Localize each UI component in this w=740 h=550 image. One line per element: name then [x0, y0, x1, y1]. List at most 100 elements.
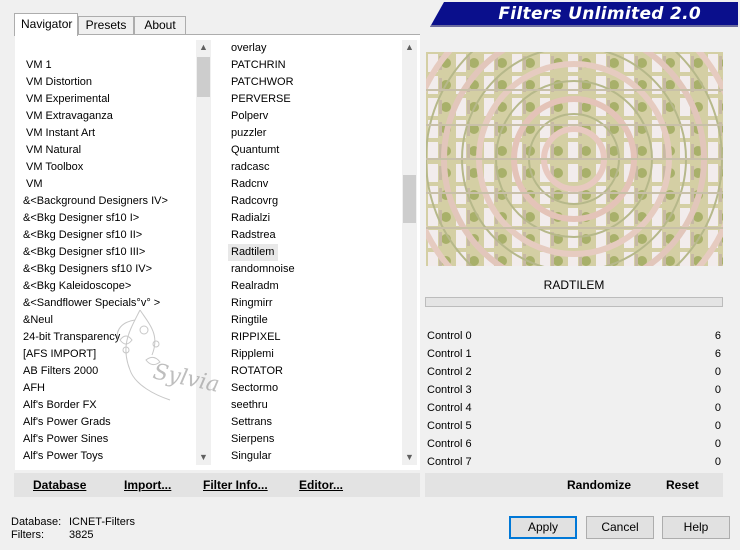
filter-item[interactable]: Realradm	[228, 278, 279, 295]
control-row[interactable]: Control 3 0	[425, 381, 723, 399]
filter-item[interactable]: RIPPIXEL	[228, 329, 281, 346]
category-item[interactable]: &<Bkg Designers sf10 IV>	[23, 261, 152, 278]
control-name: Control 3	[427, 384, 472, 396]
control-value[interactable]: 0	[715, 453, 721, 471]
control-row[interactable]: Control 1 6	[425, 345, 723, 363]
tab-navigator[interactable]: Navigator	[14, 13, 78, 36]
control-name: Control 2	[427, 366, 472, 378]
category-item[interactable]: VM Instant Art	[26, 125, 95, 142]
category-item[interactable]: &Neul	[23, 312, 53, 329]
scroll-up-icon[interactable]: ▲	[402, 40, 417, 55]
tab-presets[interactable]: Presets	[78, 16, 134, 35]
category-item[interactable]: &<Bkg Kaleidoscope>	[23, 278, 131, 295]
filter-item[interactable]: Sierpens	[228, 431, 276, 448]
filter-item[interactable]: Settrans	[228, 414, 276, 431]
category-item[interactable]: VM	[26, 176, 43, 193]
control-value[interactable]: 0	[715, 435, 721, 453]
category-item[interactable]: AFH	[23, 380, 45, 397]
filter-scrollbar[interactable]: ▲ ▼	[402, 40, 417, 465]
scroll-thumb[interactable]	[197, 57, 210, 97]
filter-item[interactable]: Radialzi	[228, 210, 276, 227]
filter-item[interactable]: Ringtile	[228, 312, 276, 329]
filter-item[interactable]: Ripplemi	[228, 346, 276, 363]
control-name: Control 1	[427, 348, 472, 360]
filter-item[interactable]: overlay	[228, 40, 276, 57]
filter-item[interactable]: radcasc	[228, 159, 276, 176]
window-title: Filters Unlimited 2.0	[498, 4, 701, 24]
editor-button[interactable]: Editor...	[299, 473, 343, 497]
control-row[interactable]: Control 4 0	[425, 399, 723, 417]
filter-item[interactable]: PERVERSE	[228, 91, 291, 108]
control-value[interactable]: 0	[715, 381, 721, 399]
control-row[interactable]: Control 2 0	[425, 363, 723, 381]
filters-count: 3825	[69, 529, 94, 541]
filters-label: Filters:	[11, 529, 44, 541]
control-name: Control 0	[427, 330, 472, 342]
filter-item[interactable]: Quantumt	[228, 142, 279, 159]
category-item[interactable]: &<Bkg Designer sf10 I>	[23, 210, 139, 227]
preview-image	[426, 52, 723, 266]
category-item[interactable]: &<Background Designers IV>	[23, 193, 168, 210]
filter-item[interactable]: Radtilem	[228, 244, 278, 261]
control-row[interactable]: Control 0 6	[425, 327, 723, 345]
category-item[interactable]: VM Toolbox	[26, 159, 83, 176]
filter-item[interactable]: ROTATOR	[228, 363, 283, 380]
category-item[interactable]: Alf's Power Sines	[23, 431, 108, 448]
control-row[interactable]: Control 6 0	[425, 435, 723, 453]
selected-filter-title: RADTILEM	[543, 278, 605, 292]
filter-info-button[interactable]: Filter Info...	[203, 473, 268, 497]
filter-item[interactable]: Ringmirr	[228, 295, 276, 312]
randomize-button[interactable]: Randomize	[567, 473, 631, 497]
control-value[interactable]: 0	[715, 363, 721, 381]
filter-item[interactable]: Singular	[228, 448, 276, 465]
scroll-down-icon[interactable]: ▼	[402, 450, 417, 465]
category-item[interactable]: &<Bkg Designer sf10 II>	[23, 227, 142, 244]
progress-bar	[425, 297, 723, 307]
category-item[interactable]: Alf's Border FX	[23, 397, 97, 414]
database-value: ICNET-Filters	[69, 516, 135, 528]
reset-button[interactable]: Reset	[666, 473, 699, 497]
category-item[interactable]: AB Filters 2000	[23, 363, 98, 380]
filter-item[interactable]: PATCHWOR	[228, 74, 294, 91]
filter-item[interactable]: puzzler	[228, 125, 276, 142]
filter-item[interactable]: Sectormo	[228, 380, 278, 397]
category-item[interactable]: VM Natural	[26, 142, 81, 159]
filter-item[interactable]: randomnoise	[228, 261, 295, 278]
cancel-button[interactable]: Cancel	[586, 516, 654, 539]
filter-item[interactable]: Radcnv	[228, 176, 276, 193]
filter-list[interactable]: overlay PATCHRIN PATCHWOR PERVERSE Polperv pu…	[228, 40, 402, 465]
apply-button[interactable]: Apply	[509, 516, 577, 539]
category-item[interactable]: VM 1	[26, 57, 52, 74]
watermark-text: Sylvia	[151, 359, 222, 397]
control-row[interactable]: Control 5 0	[425, 417, 723, 435]
control-value[interactable]: 6	[715, 345, 721, 363]
help-button[interactable]: Help	[662, 516, 730, 539]
filter-item[interactable]: PATCHRIN	[228, 57, 286, 74]
category-item[interactable]: VM Distortion	[26, 74, 92, 91]
tab-about[interactable]: About	[134, 16, 186, 35]
scroll-up-icon[interactable]: ▲	[196, 40, 211, 55]
filter-item[interactable]: seethru	[228, 397, 276, 414]
control-name: Control 6	[427, 438, 472, 450]
control-value[interactable]: 0	[715, 417, 721, 435]
category-item[interactable]: Alf's Power Grads	[23, 414, 111, 431]
filter-item[interactable]: Polperv	[228, 108, 276, 125]
control-value[interactable]: 6	[715, 327, 721, 345]
category-item[interactable]: VM Extravaganza	[26, 108, 113, 125]
category-item[interactable]: &<Bkg Designer sf10 III>	[23, 244, 145, 261]
tab-bar: Navigator Presets About	[14, 13, 434, 36]
scroll-thumb[interactable]	[403, 175, 416, 223]
control-row[interactable]: Control 7 0	[425, 453, 723, 471]
watermark-logo: Sylvia	[116, 309, 222, 401]
filter-item[interactable]: Radstrea	[228, 227, 276, 244]
control-name: Control 4	[427, 402, 472, 414]
import-button[interactable]: Import...	[124, 473, 171, 497]
database-button[interactable]: Database	[33, 473, 86, 497]
category-item[interactable]: VM Experimental	[26, 91, 110, 108]
category-item[interactable]: Alf's Power Toys	[23, 448, 103, 465]
category-item[interactable]: [AFS IMPORT]	[23, 346, 96, 363]
control-value[interactable]: 0	[715, 399, 721, 417]
filter-item[interactable]: Radcovrg	[228, 193, 278, 210]
scroll-down-icon[interactable]: ▼	[196, 450, 211, 465]
database-label: Database:	[11, 516, 62, 528]
